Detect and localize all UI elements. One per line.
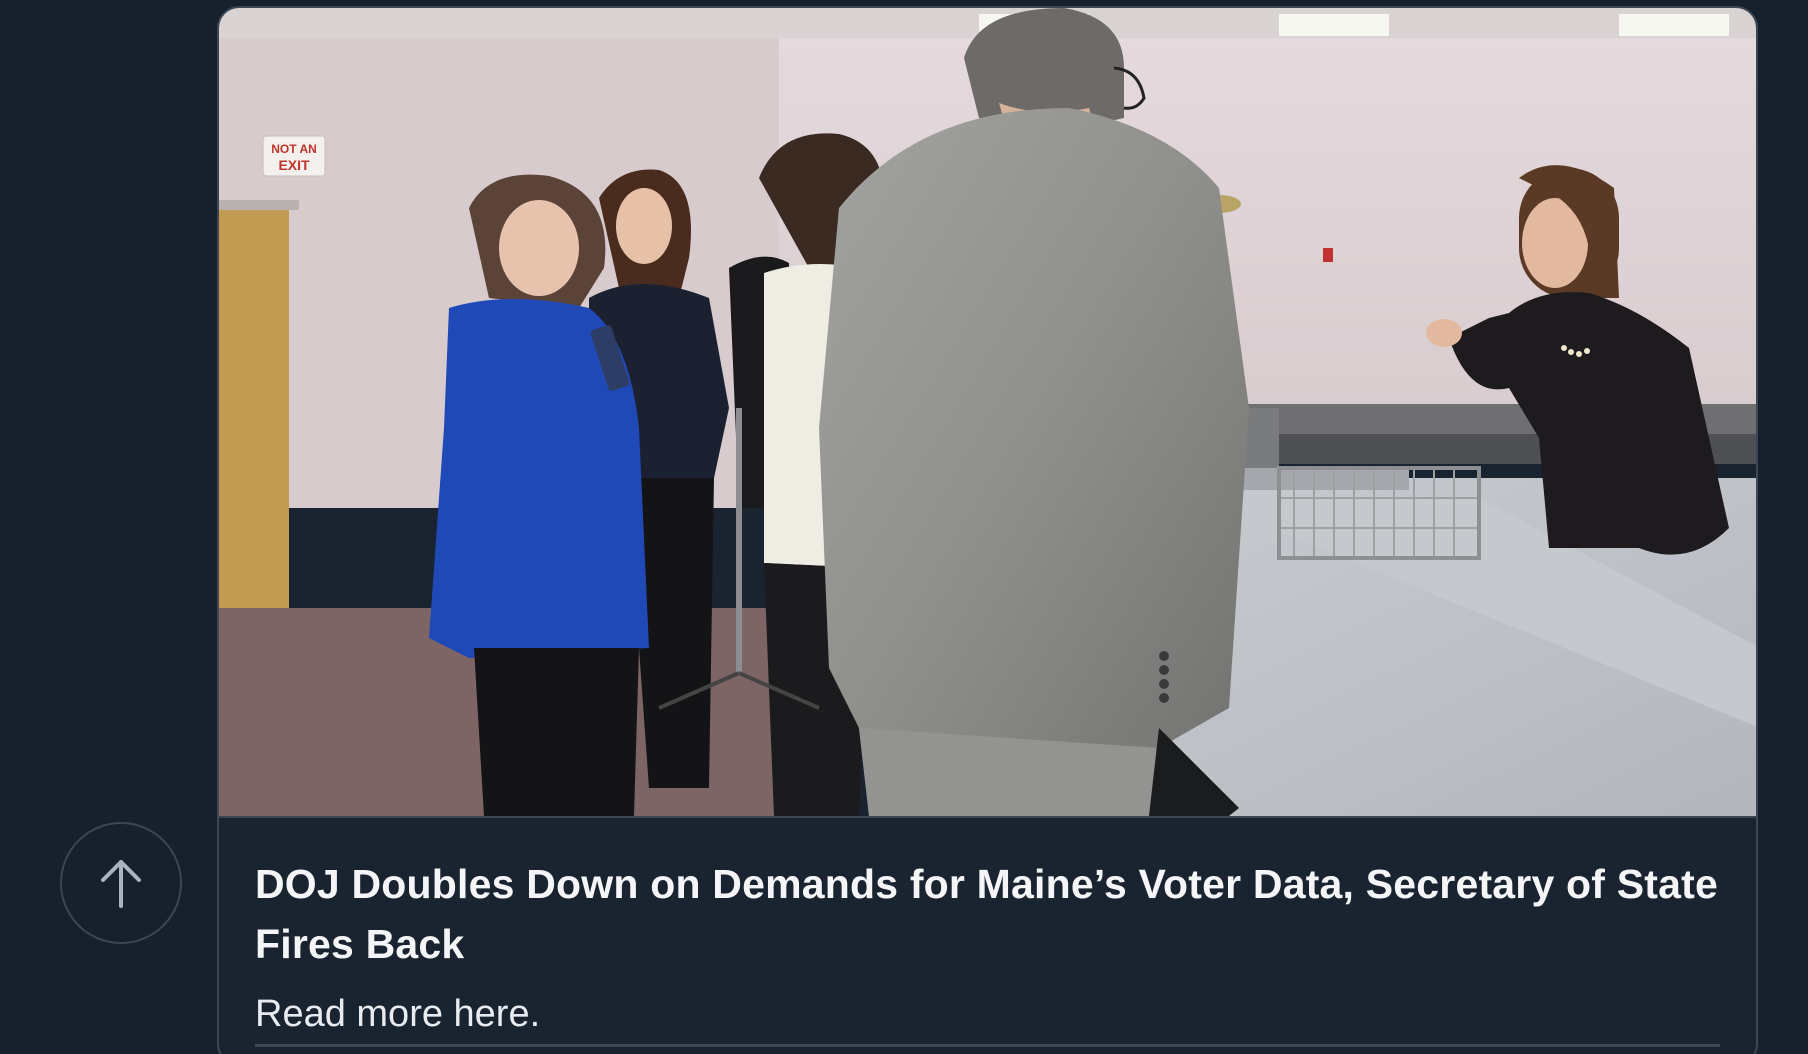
scroll-to-top-button[interactable]	[60, 822, 182, 944]
left-gutter	[0, 0, 216, 1054]
link-preview-card[interactable]: NOT AN EXIT DOJ Doubles Down on Demands …	[217, 6, 1758, 1054]
card-description[interactable]: Read more here.	[255, 990, 1720, 1038]
meeting-room-photo: NOT AN EXIT	[219, 8, 1756, 816]
card-photo[interactable]: NOT AN EXIT	[219, 8, 1756, 818]
svg-text:NOT AN: NOT AN	[271, 142, 317, 156]
svg-text:EXIT: EXIT	[278, 157, 310, 173]
page: NOT AN EXIT DOJ Doubles Down on Demands …	[0, 0, 1808, 1054]
card-divider	[255, 1044, 1720, 1047]
card-body: DOJ Doubles Down on Demands for Maine’s …	[219, 818, 1756, 1038]
arrow-up-icon	[101, 860, 141, 908]
card-title[interactable]: DOJ Doubles Down on Demands for Maine’s …	[255, 854, 1720, 974]
